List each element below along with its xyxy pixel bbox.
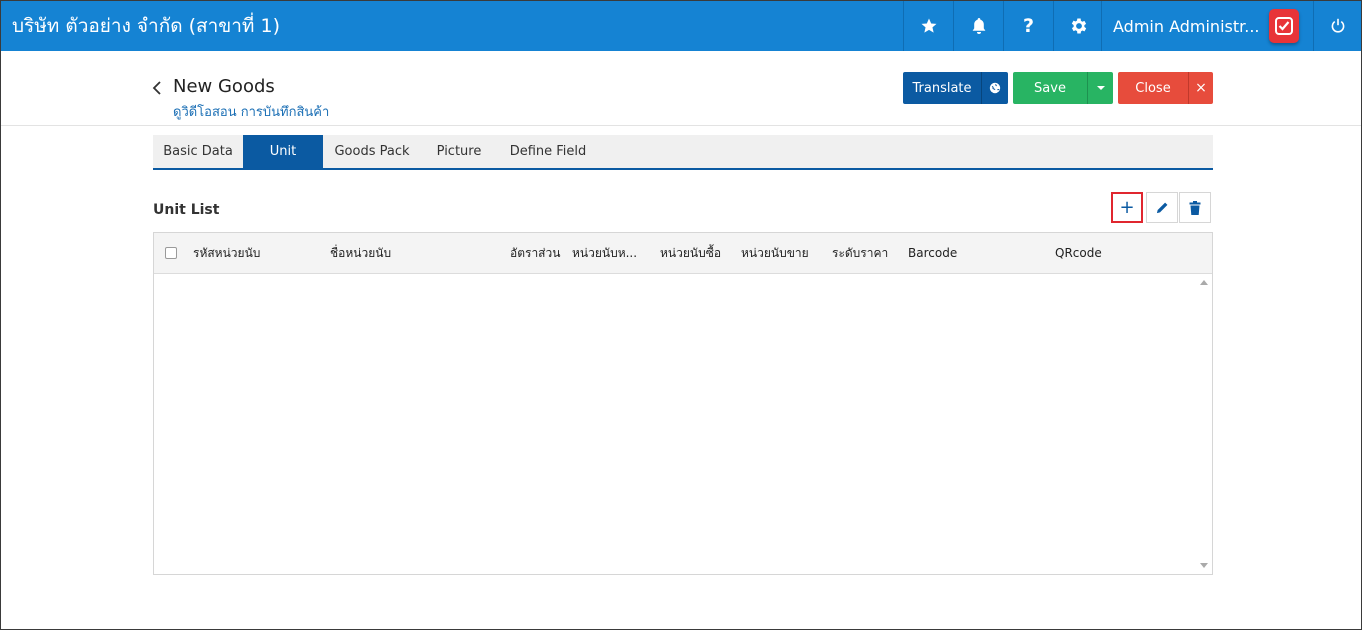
user-name: Admin Administr... bbox=[1113, 16, 1260, 36]
unit-list-title: Unit List bbox=[153, 202, 220, 218]
col-base-unit[interactable]: หน่วยนับห... bbox=[572, 233, 637, 274]
gear-icon bbox=[1071, 18, 1086, 34]
tab-basic-data[interactable]: Basic Data bbox=[153, 135, 243, 168]
tab-define-field[interactable]: Define Field bbox=[497, 135, 599, 168]
star-icon bbox=[921, 18, 936, 33]
unit-table: รหัสหน่วยนับ ชื่อหน่วยนับ อัตราส่วน หน่ว… bbox=[153, 232, 1213, 575]
translate-language-button[interactable] bbox=[981, 72, 1008, 104]
notifications-button[interactable] bbox=[953, 1, 1003, 51]
tab-goods-pack[interactable]: Goods Pack bbox=[323, 135, 421, 168]
edit-unit-button[interactable] bbox=[1146, 192, 1178, 223]
check-icon bbox=[1275, 17, 1293, 35]
col-unit-name[interactable]: ชื่อหน่วยนับ bbox=[330, 233, 391, 274]
col-sales-unit[interactable]: หน่วยนับขาย bbox=[741, 233, 809, 274]
col-price-level[interactable]: ระดับราคา bbox=[832, 233, 888, 274]
tab-picture[interactable]: Picture bbox=[421, 135, 497, 168]
save-options-button[interactable] bbox=[1087, 72, 1113, 104]
scroll-up-arrow-icon[interactable] bbox=[1200, 280, 1208, 285]
app-badge-icon[interactable] bbox=[1269, 9, 1299, 43]
globe-icon bbox=[989, 82, 1001, 94]
col-qrcode[interactable]: QRcode bbox=[1055, 233, 1102, 274]
caret-down-icon bbox=[1096, 86, 1105, 90]
plus-icon: + bbox=[1119, 197, 1135, 218]
logout-button[interactable] bbox=[1313, 1, 1361, 51]
back-chevron-icon[interactable] bbox=[151, 79, 165, 97]
tab-unit[interactable]: Unit bbox=[243, 135, 323, 168]
scroll-down-arrow-icon[interactable] bbox=[1200, 563, 1208, 568]
col-unit-code[interactable]: รหัสหน่วยนับ bbox=[193, 233, 260, 274]
trash-icon bbox=[1189, 200, 1201, 215]
col-ratio[interactable]: อัตราส่วน bbox=[510, 233, 560, 274]
help-icon: ? bbox=[1022, 15, 1035, 37]
close-x-button[interactable]: × bbox=[1188, 72, 1213, 104]
save-button[interactable]: Save bbox=[1013, 72, 1087, 104]
power-icon bbox=[1331, 18, 1344, 33]
page-title: New Goods bbox=[173, 76, 275, 97]
col-purchase-unit[interactable]: หน่วยนับซื้อ bbox=[660, 233, 721, 274]
settings-button[interactable] bbox=[1053, 1, 1103, 51]
help-button[interactable]: ? bbox=[1003, 1, 1053, 51]
table-header: รหัสหน่วยนับ ชื่อหน่วยนับ อัตราส่วน หน่ว… bbox=[154, 233, 1212, 274]
select-all-checkbox[interactable] bbox=[165, 247, 177, 259]
tutorial-video-link[interactable]: ดูวิดีโอสอน การบันทึกสินค้า bbox=[173, 101, 329, 122]
add-unit-button[interactable]: + bbox=[1111, 192, 1143, 223]
translate-button[interactable]: Translate bbox=[903, 72, 981, 104]
pencil-icon bbox=[1156, 202, 1167, 214]
top-bar: บริษัท ตัวอย่าง จำกัด (สาขาที่ 1) ? Admi… bbox=[1, 1, 1361, 51]
company-name[interactable]: บริษัท ตัวอย่าง จำกัด (สาขาที่ 1) bbox=[12, 1, 280, 51]
delete-unit-button[interactable] bbox=[1179, 192, 1211, 223]
tab-bar: Basic Data Unit Goods Pack Picture Defin… bbox=[153, 135, 1213, 170]
header-divider bbox=[1, 125, 1361, 126]
close-button[interactable]: Close bbox=[1118, 72, 1188, 104]
favorites-button[interactable] bbox=[903, 1, 953, 51]
col-barcode[interactable]: Barcode bbox=[908, 233, 957, 274]
bell-icon bbox=[972, 18, 985, 34]
close-icon: × bbox=[1195, 80, 1207, 96]
